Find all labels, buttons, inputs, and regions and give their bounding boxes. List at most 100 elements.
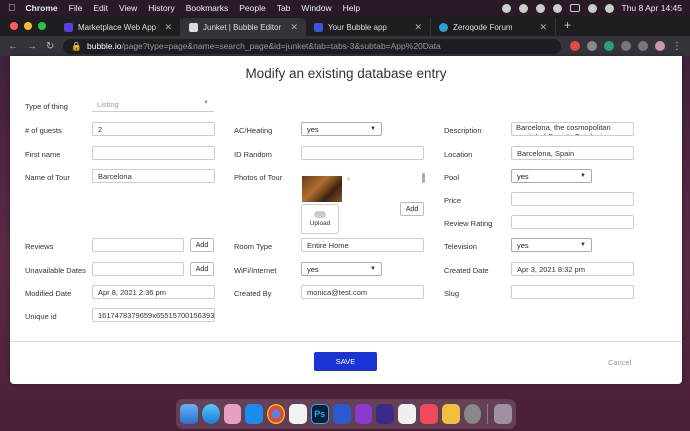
extension-icon[interactable] <box>587 41 597 51</box>
reading-list-icon[interactable] <box>638 41 648 51</box>
wifi-label: WiFi/Internet <box>234 266 277 275</box>
tab-bubble-app[interactable]: Your Bubble app ✕ <box>306 18 431 36</box>
browser-toolbar: ← → ↻ 🔒 bubble.io/page?type=page&name=se… <box>0 36 690 56</box>
puzzle-icon[interactable] <box>621 41 631 51</box>
status-app-icon[interactable] <box>518 3 528 13</box>
menu-file[interactable]: File <box>69 3 83 13</box>
menu-tab[interactable]: Tab <box>277 3 291 13</box>
tab-zeroqode-forum[interactable]: Zeroqode Forum ✕ <box>431 18 556 36</box>
roomtype-input[interactable]: Entire Home <box>301 238 424 252</box>
extension-icon[interactable] <box>604 41 614 51</box>
tour-input[interactable]: Barcelona <box>92 169 215 183</box>
price-input[interactable] <box>511 192 634 206</box>
trash-icon[interactable] <box>494 404 513 424</box>
menu-app[interactable]: Chrome <box>26 3 58 13</box>
apple-icon[interactable]:  <box>8 3 16 14</box>
finder-icon[interactable] <box>179 404 198 424</box>
wifi-select[interactable]: yes ▼ <box>301 262 382 276</box>
modified-date-input[interactable]: Apr 8, 2021 2:36 pm <box>92 285 215 299</box>
tab-junket-editor[interactable]: Junket | Bubble Editor ✕ <box>181 18 306 36</box>
cancel-button[interactable]: Cancel <box>608 358 631 367</box>
photoshop-icon[interactable]: Ps <box>310 404 329 424</box>
television-label: Television <box>444 242 477 251</box>
tour-label: Name of Tour <box>25 173 70 182</box>
system-preferences-icon[interactable] <box>463 404 482 424</box>
launchpad-icon[interactable] <box>223 404 242 424</box>
tab-favicon-icon <box>439 22 448 32</box>
review-rating-input[interactable] <box>511 215 634 229</box>
safari-icon[interactable] <box>201 404 220 424</box>
affinity-photo-icon[interactable] <box>354 404 373 424</box>
wifi-icon[interactable] <box>552 3 562 13</box>
tab-label: Zeroqode Forum <box>453 22 513 32</box>
menu-edit[interactable]: Edit <box>93 3 108 13</box>
new-tab-button[interactable]: + <box>556 18 579 36</box>
status-app-icon[interactable] <box>501 3 511 13</box>
add-photo-button[interactable]: Add <box>400 202 424 216</box>
url-path: /page?type=page&name=search_page&id=junk… <box>121 41 441 51</box>
back-icon[interactable]: ← <box>8 41 18 52</box>
pool-select[interactable]: yes ▼ <box>511 169 592 183</box>
bluetooth-icon[interactable] <box>535 3 545 13</box>
close-tab-icon[interactable]: ✕ <box>414 22 422 33</box>
extension-icon[interactable] <box>570 41 580 51</box>
reload-icon[interactable]: ↻ <box>46 41 54 52</box>
add-unavailable-date-button[interactable]: Add <box>190 262 214 276</box>
unique-id-label: Unique id <box>25 312 57 321</box>
tab-marketplace[interactable]: Marketplace Web App like Airbn ✕ <box>56 18 181 36</box>
affinity-publisher-icon[interactable] <box>376 404 395 424</box>
tour-photo-thumbnail[interactable] <box>302 176 342 202</box>
menubar-clock[interactable]: Thu 8 Apr 14:45 <box>622 3 683 13</box>
unique-id-field[interactable]: 1617478379659x655157001563930600 <box>92 308 215 322</box>
created-date-input[interactable]: Apr 3, 2021 8:32 pm <box>511 262 634 276</box>
menu-bookmarks[interactable]: Bookmarks <box>186 3 229 13</box>
music-icon[interactable] <box>419 404 438 424</box>
more-menu-icon[interactable]: ⋮ <box>672 41 682 52</box>
preview-icon[interactable] <box>398 404 416 424</box>
idrandom-input[interactable] <box>301 146 424 160</box>
close-tab-icon[interactable]: ✕ <box>290 22 298 33</box>
battery-icon[interactable] <box>569 4 580 12</box>
ac-select[interactable]: yes ▼ <box>301 122 382 136</box>
firstname-input[interactable] <box>92 146 215 160</box>
guests-input[interactable]: 2 <box>92 122 215 136</box>
app-store-icon[interactable] <box>245 404 264 424</box>
add-review-button[interactable]: Add <box>190 238 214 252</box>
calendar-icon[interactable] <box>288 404 307 424</box>
control-center-icon[interactable] <box>604 3 614 13</box>
upload-photo-button[interactable]: Upload <box>301 204 339 234</box>
minimize-window-button[interactable] <box>24 22 32 30</box>
affinity-designer-icon[interactable] <box>332 404 351 424</box>
menu-window[interactable]: Window <box>301 3 331 13</box>
maximize-window-button[interactable] <box>38 22 46 30</box>
review-rating-label: Review Rating <box>444 219 493 228</box>
guests-label: # of guests <box>25 126 62 135</box>
television-select[interactable]: yes ▼ <box>511 238 592 252</box>
chrome-icon[interactable] <box>267 404 285 424</box>
menu-people[interactable]: People <box>239 3 265 13</box>
reviews-input[interactable] <box>92 238 184 252</box>
close-tab-icon[interactable]: ✕ <box>539 22 547 33</box>
close-tab-icon[interactable]: ✕ <box>164 22 172 33</box>
tab-favicon-icon <box>64 22 73 32</box>
unavailable-dates-input[interactable] <box>92 262 184 276</box>
menu-help[interactable]: Help <box>343 3 360 13</box>
avatar[interactable] <box>655 41 665 51</box>
forward-icon[interactable]: → <box>27 41 37 52</box>
location-label: Location <box>444 150 473 159</box>
remove-photo-icon[interactable]: ✕ <box>346 176 351 183</box>
photos-scrollbar[interactable] <box>422 173 425 183</box>
createdby-input[interactable]: monica@test.com <box>301 285 424 299</box>
close-window-button[interactable] <box>10 22 18 30</box>
notes-icon[interactable] <box>441 404 460 424</box>
window-controls <box>0 22 56 36</box>
address-bar[interactable]: 🔒 bubble.io/page?type=page&name=search_p… <box>63 38 561 54</box>
slug-input[interactable] <box>511 285 634 299</box>
menu-history[interactable]: History <box>148 3 174 13</box>
type-field: Listing ▼ <box>92 98 214 112</box>
location-input[interactable]: Barcelona, Spain <box>511 146 634 160</box>
description-textarea[interactable]: Barcelona, the cosmopolitan capital of S… <box>511 122 634 136</box>
menu-view[interactable]: View <box>119 3 137 13</box>
search-icon[interactable] <box>587 3 597 13</box>
save-button[interactable]: SAVE <box>314 352 377 371</box>
